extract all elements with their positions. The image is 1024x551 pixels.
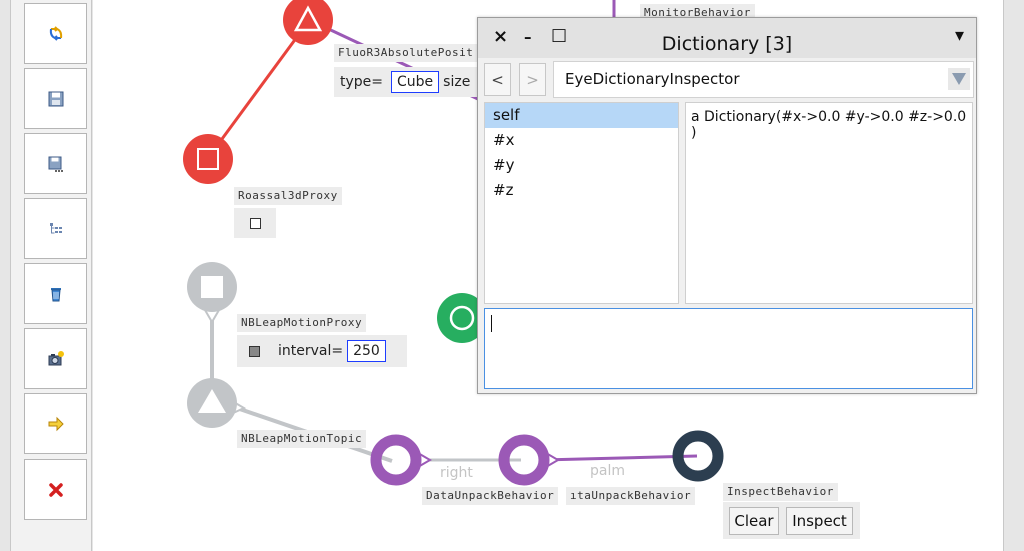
- inspect-button[interactable]: Inspect: [786, 507, 853, 535]
- tag-nb-leap-motion-proxy: NBLeapMotionProxy: [237, 314, 367, 332]
- node-gray-triangle[interactable]: [187, 378, 237, 428]
- node-red-square[interactable]: [183, 134, 233, 184]
- value-text: a Dictionary(#x->0.0 #y->0.0 #z->0.0 ): [691, 109, 967, 141]
- interval-input[interactable]: 250: [347, 340, 386, 362]
- window-menu-icon[interactable]: ▾: [955, 25, 964, 46]
- type-input[interactable]: Cube: [391, 71, 440, 93]
- tag-inspect-behavior: InspectBehavior: [723, 483, 838, 501]
- roassal-params: [234, 208, 276, 238]
- node-red-triangle[interactable]: [283, 0, 333, 45]
- node-gray-square[interactable]: [187, 262, 237, 312]
- tag-data-unpack-behavior-1: DataUnpackBehavior: [422, 487, 559, 505]
- edge-label-palm: palm: [590, 463, 625, 479]
- nav-back-button[interactable]: <: [484, 63, 511, 96]
- window-title: Dictionary [3]: [661, 33, 793, 55]
- list-item[interactable]: #z: [485, 178, 678, 203]
- inspector-type-select[interactable]: EyeDictionaryInspector: [553, 61, 974, 98]
- inspector-type-value: EyeDictionaryInspector: [565, 70, 740, 88]
- type-label: type=: [340, 74, 384, 90]
- list-item[interactable]: self: [485, 103, 678, 128]
- list-item[interactable]: #y: [485, 153, 678, 178]
- leap-params: interval= 250: [237, 335, 407, 367]
- edge-label-right: right: [440, 465, 473, 481]
- size-label: size: [443, 74, 471, 90]
- tag-data-unpack-behavior-2: ıtaUnpackBehavior: [566, 487, 696, 505]
- list-item[interactable]: #x: [485, 128, 678, 153]
- interval-label: interval=: [278, 343, 344, 359]
- clear-button[interactable]: Clear: [729, 507, 779, 535]
- evaluator-input[interactable]: [484, 308, 973, 389]
- tag-roassal3d-proxy: Roassal3dProxy: [234, 187, 342, 205]
- window-titlebar[interactable]: × – □ Dictionary [3] ▾: [478, 18, 976, 58]
- square-filled-icon: [249, 345, 260, 357]
- edge-red: [206, 21, 310, 159]
- dictionary-window: × – □ Dictionary [3] ▾ < > EyeDictionary…: [477, 17, 977, 394]
- square-icon: [249, 217, 261, 229]
- field-list[interactable]: self #x #y #z: [484, 102, 679, 304]
- chevron-down-icon[interactable]: [948, 68, 970, 90]
- fluo-params: type= Cube size: [334, 67, 478, 97]
- text-caret: [491, 315, 492, 332]
- tag-nb-leap-motion-topic: NBLeapMotionTopic: [237, 430, 367, 448]
- node-purple-ring-1[interactable]: [370, 434, 422, 486]
- tag-fluo-absolute-position: FluoR3AbsolutePosit: [334, 44, 478, 62]
- value-pane[interactable]: a Dictionary(#x->0.0 #y->0.0 #z->0.0 ): [685, 102, 973, 304]
- nav-forward-button[interactable]: >: [519, 63, 546, 96]
